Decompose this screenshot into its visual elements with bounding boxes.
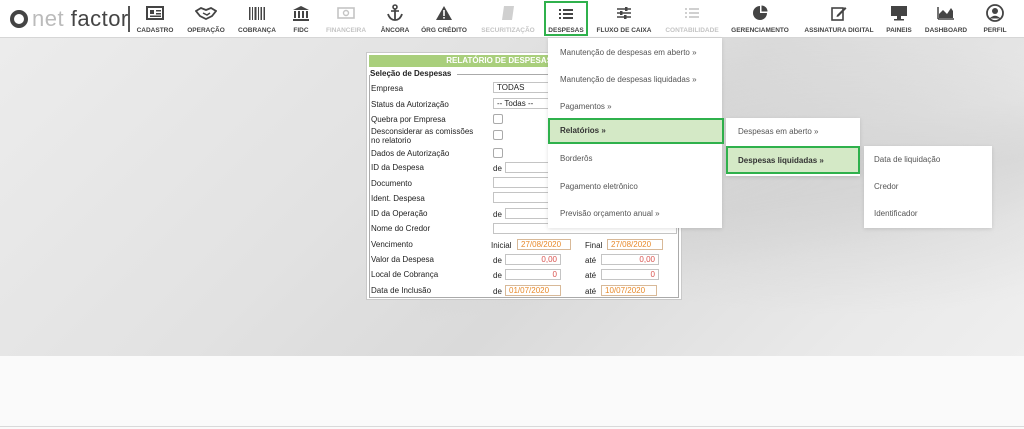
list-icon	[558, 4, 574, 23]
top-navigation-bar: net factor CADASTRO OPERAÇÃO COBRANÇA FI…	[0, 0, 1024, 38]
submenu-item-despesas-aberto[interactable]: Despesas em aberto »	[726, 118, 860, 146]
local-de-label: de	[493, 271, 502, 280]
inclusao-ate-input[interactable]: 10/07/2020	[601, 285, 657, 296]
vencimento-final-input[interactable]: 27/08/2020	[607, 239, 663, 250]
valor-ate-input[interactable]: 0,00	[601, 254, 659, 265]
menu-item-borderos[interactable]: Borderôs	[548, 146, 722, 172]
nav-financeira[interactable]: FINANCEIRA	[326, 3, 366, 36]
documento-label: Documento	[371, 179, 412, 188]
nav-contabilidade[interactable]: CONTABILIDADE	[664, 3, 720, 36]
netfactor-logo[interactable]: net factor	[10, 6, 129, 32]
despesas-liquidadas-submenu: Data de liquidação Credor Identificador	[864, 146, 992, 228]
nav-cadastro[interactable]: CADASTRO	[136, 3, 174, 36]
documento-input[interactable]	[493, 177, 549, 188]
user-icon	[986, 3, 1004, 23]
vencimento-label: Vencimento	[371, 240, 413, 249]
nav-dashboard[interactable]: DASHBOARD	[924, 3, 968, 36]
handshake-icon	[195, 3, 217, 23]
valor-de-label: de	[493, 256, 502, 265]
edit-icon	[831, 3, 847, 23]
area-chart-icon	[937, 3, 955, 23]
nav-fluxo-de-caixa[interactable]: FLUXO DE CAIXA	[596, 3, 652, 36]
id-card-icon	[146, 3, 164, 23]
status-autorizacao-label: Status da Autorização	[371, 100, 449, 109]
submenu-item-data-liquidacao[interactable]: Data de liquidação	[864, 146, 992, 173]
quebra-empresa-label: Quebra por Empresa	[371, 115, 446, 124]
logo-separator	[128, 6, 130, 32]
nav-operacao[interactable]: OPERAÇÃO	[186, 3, 226, 36]
nav-assinatura-digital[interactable]: ASSINATURA DIGITAL	[802, 3, 876, 36]
id-despesa-de-input[interactable]	[505, 162, 549, 173]
inclusao-de-label: de	[493, 287, 502, 296]
despesas-dropdown-menu: Manutenção de despesas em aberto » Manut…	[548, 38, 724, 228]
local-de-input[interactable]: 0	[505, 269, 561, 280]
submenu-item-identificador[interactable]: Identificador	[864, 200, 992, 227]
pie-chart-icon	[752, 3, 768, 23]
bank-icon	[292, 3, 310, 23]
empresa-label: Empresa	[371, 84, 404, 93]
menu-item-previsao-orcamento[interactable]: Previsão orçamento anual »	[548, 201, 722, 227]
nav-cobranca[interactable]: COBRANÇA	[236, 3, 278, 36]
menu-item-manutencao-aberto[interactable]: Manutenção de despesas em aberto »	[548, 40, 722, 66]
nav-paineis[interactable]: PAINEIS	[884, 3, 914, 36]
nav-fidc[interactable]: FIDC	[286, 3, 316, 36]
menu-item-pagamento-eletronico[interactable]: Pagamento eletrônico	[548, 174, 722, 200]
dados-autorizacao-checkbox[interactable]	[493, 148, 503, 158]
vencimento-final-label: Final	[585, 241, 603, 250]
valor-ate-label: até	[585, 256, 597, 265]
footer-area	[0, 356, 1024, 429]
id-operacao-label: ID da Operação	[371, 209, 428, 218]
id-operacao-de-input[interactable]	[505, 208, 549, 219]
relatorios-submenu: Despesas em aberto » Despesas liquidadas…	[726, 118, 860, 176]
id-despesa-de-label: de	[493, 164, 502, 173]
dados-autorizacao-label: Dados de Autorização	[371, 149, 450, 158]
vencimento-inicial-input[interactable]: 27/08/2020	[517, 239, 571, 250]
valor-despesa-label: Valor da Despesa	[371, 255, 434, 264]
barcode-icon	[248, 3, 266, 23]
nav-ancora[interactable]: ÂNCORA	[378, 3, 412, 36]
id-despesa-label: ID da Despesa	[371, 163, 424, 172]
money-icon	[337, 3, 355, 23]
logo-circle-icon	[10, 10, 28, 28]
nav-securitizacao[interactable]: SECURITIZAÇÃO	[481, 3, 535, 36]
footer-divider	[0, 426, 1024, 427]
ident-despesa-label: Ident. Despesa	[371, 194, 425, 203]
nome-credor-label: Nome do Credor	[371, 224, 431, 233]
menu-item-relatorios[interactable]: Relatórios »	[548, 118, 724, 144]
ident-despesa-input[interactable]	[493, 192, 549, 203]
id-operacao-de-label: de	[493, 210, 502, 219]
vencimento-inicial-label: Inicial	[491, 241, 512, 250]
submenu-item-despesas-liquidadas[interactable]: Despesas liquidadas »	[726, 146, 860, 174]
data-inclusao-label: Data de Inclusão	[371, 286, 432, 295]
nav-perfil[interactable]: PERFIL	[980, 3, 1010, 36]
inclusao-ate-label: até	[585, 287, 597, 296]
local-ate-input[interactable]: 0	[601, 269, 659, 280]
sliders-icon	[616, 3, 632, 23]
monitor-icon	[890, 3, 908, 23]
inclusao-de-input[interactable]: 01/07/2020	[505, 285, 561, 296]
anchor-icon	[386, 3, 404, 23]
nav-gerenciamento[interactable]: GERENCIAMENTO	[728, 3, 792, 36]
menu-item-manutencao-liquidadas[interactable]: Manutenção de despesas liquidadas »	[548, 67, 722, 93]
warning-icon	[435, 3, 453, 23]
valor-de-input[interactable]: 0,00	[505, 254, 561, 265]
local-ate-label: até	[585, 271, 597, 280]
submenu-item-credor[interactable]: Credor	[864, 173, 992, 200]
desconsiderar-comissoes-checkbox[interactable]	[493, 130, 503, 140]
local-cobranca-label: Local de Cobrança	[371, 270, 439, 279]
desconsiderar-comissoes-label: Desconsiderar as comissões	[371, 127, 474, 136]
nav-org-credito[interactable]: ÓRG CRÉDITO	[421, 3, 467, 36]
desconsiderar-comissoes-label-2: no relatorio	[371, 136, 412, 145]
list-icon	[684, 3, 700, 23]
nav-despesas[interactable]: DESPESAS	[544, 1, 588, 36]
menu-item-pagamentos[interactable]: Pagamentos »	[548, 94, 722, 120]
quebra-empresa-checkbox[interactable]	[493, 114, 503, 124]
form-section-title: Seleção de Despesas	[370, 69, 452, 78]
document-icon	[501, 3, 515, 23]
